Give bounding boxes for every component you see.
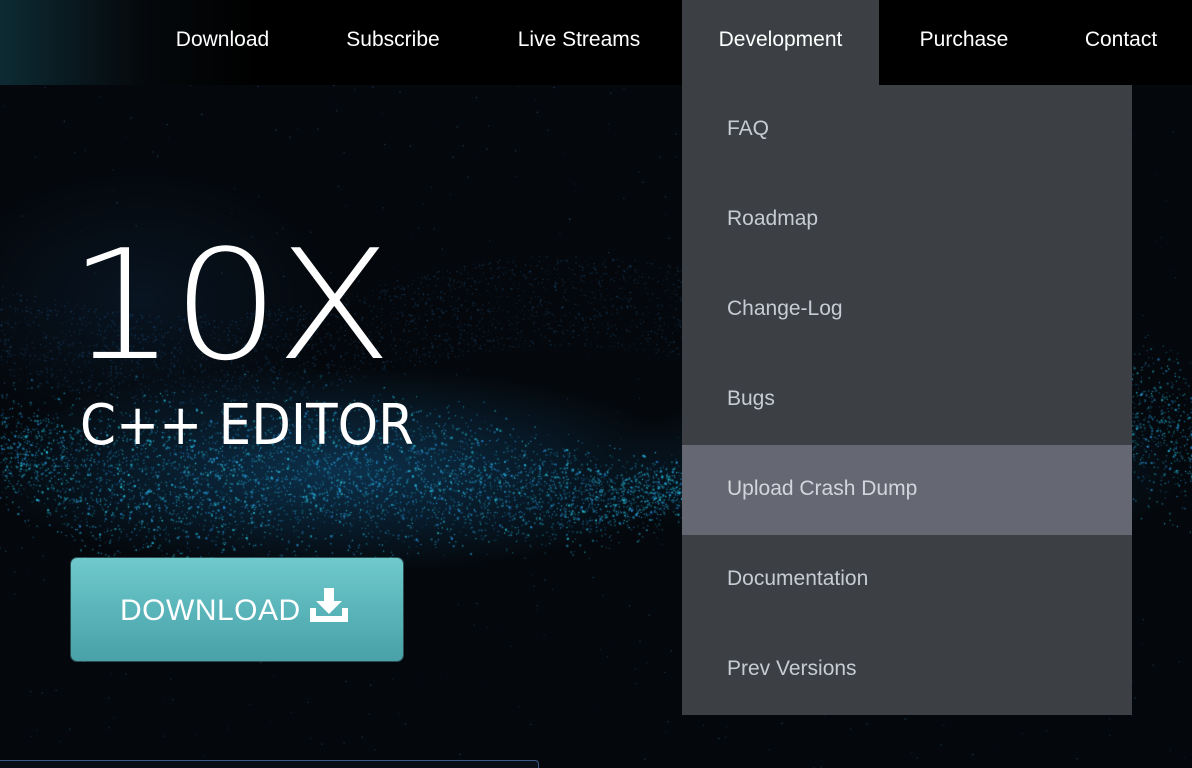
- nav-item-purchase[interactable]: Purchase: [895, 0, 1033, 85]
- dropdown-item-faq[interactable]: FAQ: [682, 85, 1132, 175]
- dropdown-item-documentation[interactable]: Documentation: [682, 535, 1132, 625]
- nav-item-contact[interactable]: Contact: [1060, 0, 1182, 85]
- hero-logo-subtitle: C++ EDITOR: [80, 393, 414, 458]
- dropdown-item-roadmap[interactable]: Roadmap: [682, 175, 1132, 265]
- nav-item-subscribe[interactable]: Subscribe: [320, 0, 466, 85]
- nav-item-development[interactable]: Development: [682, 0, 879, 85]
- hero-logo-title: 10X: [68, 217, 392, 394]
- dropdown-item-change-log[interactable]: Change-Log: [682, 265, 1132, 355]
- dropdown-item-bugs[interactable]: Bugs: [682, 355, 1132, 445]
- nav-item-live-streams[interactable]: Live Streams: [490, 0, 668, 85]
- dropdown-item-upload-crash-dump[interactable]: Upload Crash Dump: [682, 445, 1132, 535]
- download-button-label: DOWNLOAD: [120, 594, 301, 627]
- nav-item-download[interactable]: Download: [150, 0, 295, 85]
- download-button[interactable]: DOWNLOAD: [71, 558, 403, 661]
- dropdown-item-label: FAQ: [727, 117, 770, 140]
- dropdown-item-label: Prev Versions: [727, 657, 857, 680]
- dropdown-item-label: Roadmap: [727, 207, 819, 230]
- download-icon: [310, 588, 348, 622]
- page-background: Download Subscribe Live Streams Developm…: [0, 0, 1192, 768]
- bottom-panel-edge: [0, 760, 539, 768]
- dropdown-item-label: Documentation: [727, 567, 869, 590]
- development-dropdown-menu: FAQ Roadmap Change-Log Bugs Upload Crash…: [682, 85, 1132, 715]
- dropdown-item-label: Bugs: [727, 387, 775, 410]
- dropdown-item-label: Upload Crash Dump: [727, 477, 918, 500]
- top-navigation: Download Subscribe Live Streams Developm…: [0, 0, 1192, 85]
- dropdown-item-prev-versions[interactable]: Prev Versions: [682, 625, 1132, 715]
- dropdown-item-label: Change-Log: [727, 297, 843, 320]
